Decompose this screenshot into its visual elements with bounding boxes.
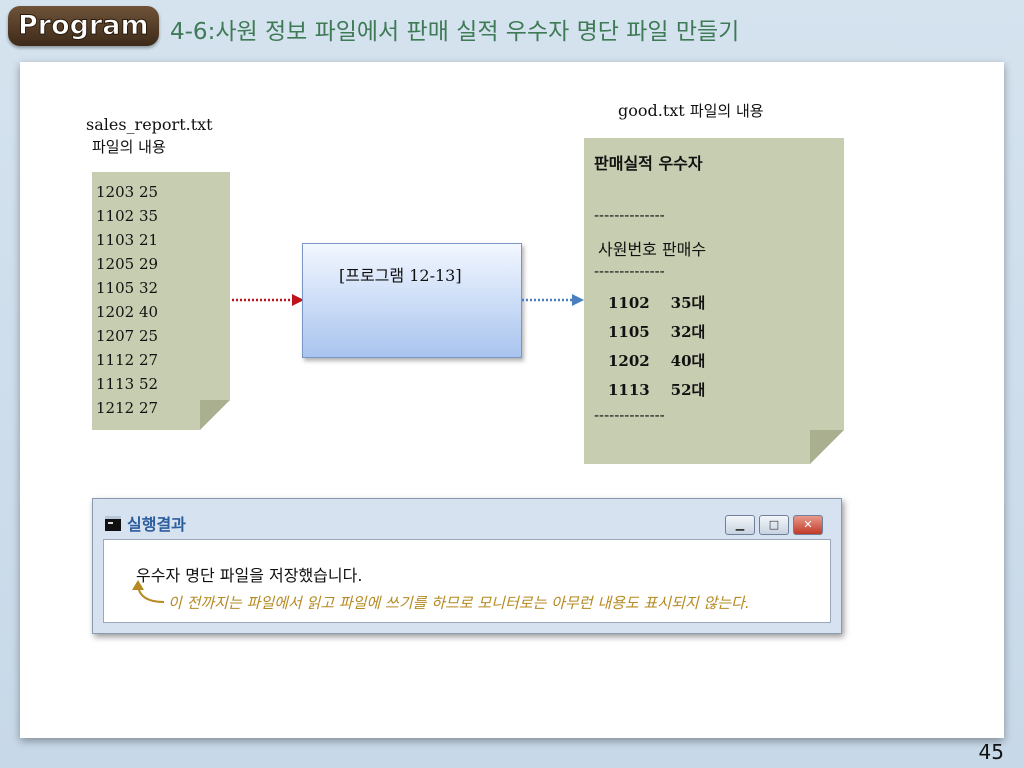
good-file-row: 1102 35대 [608,294,706,312]
sales-line: 1113 52 [96,375,159,393]
output-arrow-icon [522,294,584,306]
sales-line: 1212 27 [96,399,159,417]
program-badge: Program [8,6,159,46]
column-header: 사원번호 판매수 [598,240,707,259]
console-icon [105,516,121,531]
page-number: 45 [978,740,1004,764]
window-title: 실행결과 [127,515,186,534]
dash-line-3: -------------- [594,408,665,424]
left-file-caption: 파일의 내용 [92,138,166,156]
good-file-row: 1202 40대 [608,352,706,370]
dash-line-2: -------------- [594,264,665,280]
right-file-label: good.txt 파일의 내용 [618,100,764,121]
result-window: 실행결과 ▁ □ ✕ 우수자 명단 파일을 저장했습니다. 이 전까지는 파일에… [92,498,842,634]
dash-line-1: -------------- [594,208,665,224]
sales-report-note: 1203 25 1102 35 1103 21 1205 29 1105 32 1202 … [92,172,230,430]
sales-line: 1203 25 [96,183,159,201]
sales-line: 1112 27 [96,351,159,369]
maximize-button[interactable]: □ [759,515,789,535]
right-file-caption: 파일의 내용 [689,102,764,120]
program-label: [프로그램 12-13] [339,266,462,285]
good-file-row: 1113 52대 [608,381,706,399]
sales-line: 1102 35 [96,207,159,225]
good-file-heading: 판매실적 우수자 [594,154,703,173]
sales-report-lines: 1203 25 1102 35 1103 21 1205 29 1105 32 1202 … [96,180,158,420]
output-text: 우수자 명단 파일을 저장했습니다. [136,566,363,585]
good-file-note: 판매실적 우수자 -------------- 사원번호 판매수 -------… [584,138,844,464]
sales-line: 1105 32 [96,279,159,297]
right-file-name: good.txt [618,101,685,120]
left-file-label: sales_report.txt 파일의 내용 [86,114,213,158]
annotation-text: 이 전까지는 파일에서 읽고 파일에 쓰기를 하므로 모니터로는 아무런 내용도… [168,594,750,612]
sales-line: 1202 40 [96,303,159,321]
sales-line: 1205 29 [96,255,159,273]
sales-line: 1103 21 [96,231,159,249]
good-file-row: 1105 32대 [608,323,706,341]
close-button[interactable]: ✕ [793,515,823,535]
curved-arrow-icon [132,580,165,603]
slide-title: 4-6:사원 정보 파일에서 판매 실적 우수자 명단 파일 만들기 [170,19,740,45]
input-arrow-icon [232,294,304,306]
minimize-button[interactable]: ▁ [725,515,755,535]
console-output: 우수자 명단 파일을 저장했습니다. 이 전까지는 파일에서 읽고 파일에 쓰기… [103,539,831,623]
program-box: [프로그램 12-13] [302,243,522,358]
sales-line: 1207 25 [96,327,159,345]
left-file-name: sales_report.txt [86,115,213,134]
